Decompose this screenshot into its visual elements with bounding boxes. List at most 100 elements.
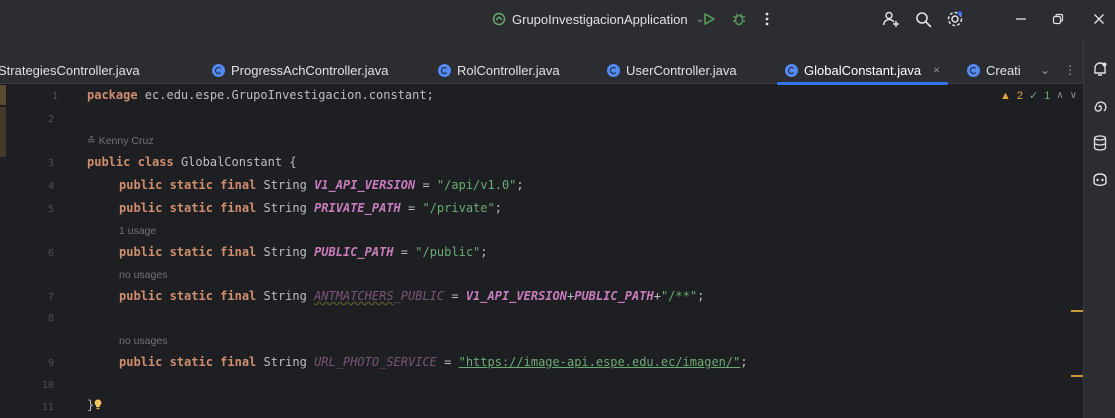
scrollbar-warning-marker[interactable] <box>1071 375 1083 377</box>
code-keyword: class <box>137 155 174 169</box>
line-number: 11 <box>41 402 54 413</box>
tab-creati[interactable]: Creati <box>967 56 1021 84</box>
code-url-string[interactable]: "https://image-api.espe.edu.ec/imagen/" <box>459 355 741 369</box>
weak-warning-count: 1 <box>1044 89 1051 102</box>
code-operator: = <box>444 289 466 303</box>
line-number: 5 <box>47 204 54 215</box>
notifications-button[interactable] <box>1090 59 1110 79</box>
code-keyword: public <box>87 155 131 169</box>
inspections-widget[interactable]: ▲ 2 ✓ 1 ∧ ∨ <box>1000 89 1077 103</box>
scrollbar-warning-marker[interactable] <box>1071 310 1083 312</box>
tab-label: ProgressAchController.java <box>231 62 389 78</box>
tab-global-constant[interactable]: GlobalConstant.java × <box>776 56 949 85</box>
close-tab-icon[interactable]: × <box>933 63 940 77</box>
weak-warning-icon: ✓ <box>1029 90 1039 102</box>
code-keyword: package <box>87 88 138 102</box>
code-punct: ; <box>516 178 524 192</box>
code-keyword: public static final <box>119 355 257 369</box>
tab-label: StrategiesController.java <box>0 62 140 78</box>
code-constant: PUBLIC_PATH <box>574 289 654 303</box>
search-everywhere-button[interactable] <box>912 8 934 30</box>
code-operator: + <box>653 289 661 303</box>
settings-button[interactable] <box>944 8 966 30</box>
minimize-button[interactable] <box>1010 8 1032 30</box>
debug-icon <box>733 13 745 26</box>
code-operator: = <box>400 201 423 215</box>
code-type: String <box>256 245 315 259</box>
code-line: } <box>87 398 102 412</box>
tab-user-controller[interactable]: UserController.java <box>607 56 737 84</box>
tab-rol-controller[interactable]: RolController.java <box>438 56 560 84</box>
tab-list-chevron-icon[interactable]: ⌄ <box>1040 63 1050 77</box>
restore-icon <box>1052 13 1064 25</box>
code-string: "/**" <box>660 289 698 303</box>
copilot-icon <box>1093 173 1107 186</box>
code-keyword: public static final <box>119 178 257 192</box>
tab-label: Creati <box>986 62 1021 78</box>
code-constant-unused: _PUBLIC <box>393 289 445 303</box>
code-punct: ; <box>480 245 488 259</box>
next-highlight-icon[interactable]: ∨ <box>1070 90 1077 101</box>
run-icon <box>704 13 715 25</box>
code-line: public static final String ANTMATCHERS_P… <box>87 289 704 303</box>
code-string: "/api/v1.0" <box>436 178 517 192</box>
usage-hint[interactable]: no usages <box>87 335 167 347</box>
tab-progress-ach-controller[interactable]: ProgressAchController.java <box>212 56 389 84</box>
code-line: public static final String URL_PHOTO_SER… <box>87 355 748 369</box>
right-tool-strip <box>1083 37 1115 418</box>
code-type: String <box>256 355 315 369</box>
tab-label: GlobalConstant.java <box>804 62 922 78</box>
line-number: 8 <box>47 313 54 324</box>
more-icon <box>765 12 769 26</box>
java-class-icon <box>785 63 798 77</box>
lightbulb-icon[interactable] <box>94 399 102 410</box>
code-punct: ; <box>494 201 502 215</box>
code-keyword: public static final <box>119 201 257 215</box>
run-config-selector[interactable]: GrupoInvestigacionApplication ⌄ <box>492 9 704 29</box>
code-editor[interactable]: 1 2 3 4 5 6 7 8 9 10 11 package ec.edu.e… <box>0 85 1083 418</box>
code-constant: V1_API_VERSION <box>314 178 416 192</box>
line-number: 7 <box>47 292 54 303</box>
database-button[interactable] <box>1090 133 1110 153</box>
previous-highlight-icon[interactable]: ∧ <box>1056 90 1063 101</box>
line-number: 6 <box>47 248 54 259</box>
close-window-button[interactable] <box>1088 8 1110 30</box>
line-number: 10 <box>41 380 54 391</box>
code-with-me-button[interactable] <box>880 8 902 30</box>
code-operator: = <box>415 178 437 192</box>
code-punct: ; <box>697 289 705 303</box>
tab-strategies-controller[interactable]: StrategiesController.java <box>0 56 140 84</box>
java-class-icon <box>212 63 225 77</box>
vcs-change-marker <box>0 85 6 105</box>
tab-more-icon[interactable]: ⋮ <box>1064 63 1076 77</box>
add-user-icon <box>882 11 899 27</box>
tab-tools: ⌄ ⋮ <box>1040 56 1076 84</box>
copilot-button[interactable] <box>1090 170 1110 190</box>
settings-icon <box>947 11 963 27</box>
usage-hint[interactable]: no usages <box>87 269 167 281</box>
code-keyword: public static final <box>119 245 257 259</box>
code-constant-unused: ANTMATCHERS <box>314 289 394 303</box>
debug-button[interactable] <box>728 8 750 30</box>
code-constant: V1_API_VERSION <box>465 289 567 303</box>
code-text: ec.edu.espe.GrupoInvestigacion.constant; <box>137 88 434 102</box>
author-icon: ≛ <box>87 135 99 147</box>
author-hint[interactable]: ≛ Kenny Cruz <box>87 135 154 147</box>
search-icon <box>915 11 931 27</box>
warning-icon: ▲ <box>1000 89 1011 102</box>
run-button[interactable] <box>698 8 720 30</box>
code-constant: PRIVATE_PATH <box>314 201 401 215</box>
code-operator: = <box>436 355 459 369</box>
ai-assistant-button[interactable] <box>1090 97 1110 117</box>
code-line: public static final String V1_API_VERSIO… <box>87 178 524 192</box>
restore-button[interactable] <box>1047 8 1069 30</box>
more-actions-button[interactable] <box>756 8 778 30</box>
line-number: 1 <box>51 91 58 102</box>
usage-hint[interactable]: 1 usage <box>87 225 156 237</box>
run-config-label: GrupoInvestigacionApplication <box>512 11 688 27</box>
close-icon <box>1094 14 1104 24</box>
java-class-icon <box>438 63 451 77</box>
code-string: "/public" <box>415 245 481 259</box>
code-type: String <box>256 289 315 303</box>
minimize-icon <box>1016 18 1026 20</box>
